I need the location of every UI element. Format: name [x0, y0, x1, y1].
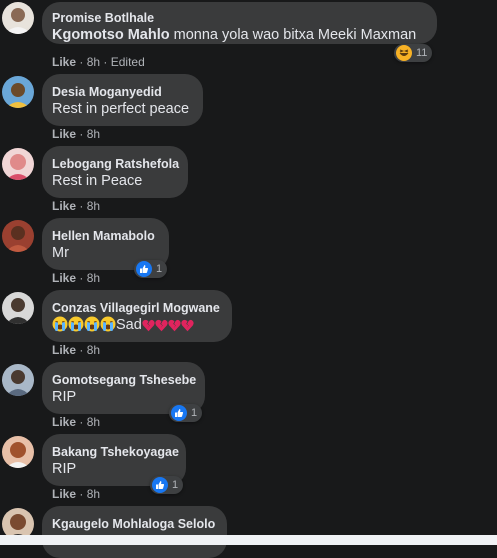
comment-bubble: Desia Moganyedid Rest in perfect peace: [42, 74, 203, 126]
like-reaction-icon: [136, 261, 152, 277]
comment-author[interactable]: Hellen Mamabolo: [52, 228, 157, 244]
loudly-crying-face-icon: [68, 316, 84, 332]
bottom-bar: [0, 535, 497, 545]
loudly-crying-face-icon: [100, 316, 116, 332]
comment-meta: Like · 8h: [52, 127, 101, 141]
like-reaction-icon: [152, 477, 168, 493]
loudly-crying-face-icon: [84, 316, 100, 332]
avatar[interactable]: [2, 436, 34, 468]
comment-author[interactable]: Lebogang Ratshefola: [52, 156, 179, 172]
comment-bubble: Lebogang Ratshefola Rest in Peace: [42, 146, 188, 198]
reaction-count: 1: [172, 479, 179, 491]
comment-bubble: Promise Botlhale Kgomotso Mahlo monna yo…: [42, 2, 437, 44]
comment-author[interactable]: Promise Botlhale: [52, 10, 425, 26]
like-link[interactable]: Like: [52, 343, 76, 357]
comment-text: Sad: [52, 316, 220, 335]
comment-meta: Like · 8h: [52, 271, 101, 285]
timestamp[interactable]: 8h: [87, 271, 100, 285]
timestamp[interactable]: 8h: [87, 55, 100, 69]
broken-heart-icon: [155, 319, 168, 332]
timestamp[interactable]: 8h: [87, 199, 100, 213]
comment-author[interactable]: Conzas Villagegirl Mogwane: [52, 300, 220, 316]
reaction-summary[interactable]: 1: [169, 404, 203, 422]
avatar[interactable]: [2, 220, 34, 252]
like-reaction-icon: [171, 405, 187, 421]
comment-meta: Like · 8h: [52, 199, 101, 213]
comment-author[interactable]: Desia Moganyedid: [52, 84, 191, 100]
reaction-summary[interactable]: 1: [150, 476, 184, 494]
reaction-summary[interactable]: 11: [394, 44, 433, 62]
reaction-count: 11: [416, 47, 428, 59]
comment-author[interactable]: Bakang Tshekoyagae: [52, 444, 179, 460]
avatar[interactable]: [2, 148, 34, 180]
comment-meta: Like · 8h: [52, 487, 101, 501]
reaction-count: 1: [156, 263, 163, 275]
avatar[interactable]: [2, 364, 34, 396]
timestamp[interactable]: 8h: [87, 127, 100, 141]
like-link[interactable]: Like: [52, 127, 76, 141]
edited-label[interactable]: Edited: [111, 55, 145, 69]
comment-text: Kgomotso Mahlo monna yola wao bitxa Meek…: [52, 27, 417, 43]
comment-meta: Like · 8h: [52, 415, 101, 429]
avatar[interactable]: [2, 292, 34, 324]
like-link[interactable]: Like: [52, 271, 76, 285]
like-link[interactable]: Like: [52, 415, 76, 429]
broken-heart-icon: [142, 319, 155, 332]
like-link[interactable]: Like: [52, 55, 76, 69]
comment-text: Rest in Peace: [52, 173, 143, 189]
comment-bubble: Kgaugelo Mohlaloga Selolo: [42, 506, 227, 558]
avatar[interactable]: [2, 2, 34, 34]
comment-bubble: Conzas Villagegirl Mogwane Sad: [42, 290, 232, 342]
reaction-summary[interactable]: 1: [134, 260, 168, 278]
comment-text: Rest in perfect peace: [52, 101, 190, 117]
avatar[interactable]: [2, 76, 34, 108]
broken-heart-icon: [168, 319, 181, 332]
like-link[interactable]: Like: [52, 199, 76, 213]
timestamp[interactable]: 8h: [87, 343, 100, 357]
broken-heart-icon: [181, 319, 194, 332]
comment-meta: Like · 8h · Edited: [52, 55, 145, 69]
comment-author[interactable]: Gomotsegang Tshesebe: [52, 372, 196, 388]
comment-author[interactable]: Kgaugelo Mohlaloga Selolo: [52, 516, 215, 532]
reaction-count: 1: [191, 407, 198, 419]
haha-reaction-icon: [396, 45, 412, 61]
comment-meta: Like · 8h: [52, 343, 101, 357]
loudly-crying-face-icon: [52, 316, 68, 332]
like-link[interactable]: Like: [52, 487, 76, 501]
timestamp[interactable]: 8h: [87, 415, 100, 429]
timestamp[interactable]: 8h: [87, 487, 100, 501]
comment-word: Sad: [116, 317, 142, 333]
mention-link[interactable]: Kgomotso Mahlo: [52, 27, 170, 43]
